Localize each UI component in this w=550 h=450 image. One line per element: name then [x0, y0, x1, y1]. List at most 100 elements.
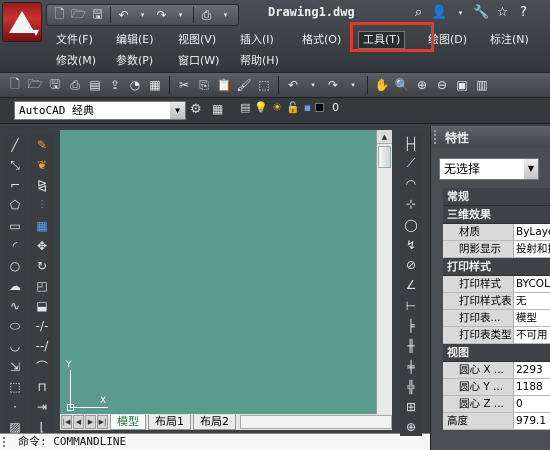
jogged-icon[interactable]: ↯: [402, 236, 420, 253]
line-icon[interactable]: ╱: [6, 136, 24, 154]
extend-icon[interactable]: --/: [33, 337, 51, 355]
rotate-icon[interactable]: ↻: [33, 257, 51, 275]
linear-dimension-icon[interactable]: ├┤: [402, 135, 420, 152]
layer-name[interactable]: 0: [332, 101, 339, 114]
property-value[interactable]: 投射和接收: [513, 241, 550, 257]
continue-icon[interactable]: ╫: [402, 338, 420, 355]
layer-manager-icon[interactable]: ▤: [240, 101, 250, 114]
scale-icon[interactable]: ◰: [33, 277, 51, 295]
properties-icon[interactable]: ▣: [453, 76, 471, 94]
property-value[interactable]: 0: [513, 396, 550, 412]
menu-dimension[interactable]: 标注(N): [486, 31, 533, 49]
lightbulb-icon[interactable]: 💡: [254, 101, 268, 114]
circle-icon[interactable]: ○: [6, 257, 24, 275]
section-plot-style[interactable]: 打印样式: [443, 258, 550, 276]
wrench-icon[interactable]: 🔧: [473, 4, 490, 21]
menu-view[interactable]: 视图(V): [174, 31, 220, 49]
first-tab-button[interactable]: |◀: [61, 415, 72, 429]
dropdown-icon[interactable]: ▾: [217, 7, 234, 24]
dropdown-icon[interactable]: ▾: [344, 76, 362, 94]
grip-handle[interactable]: [434, 130, 440, 144]
ellipse-icon[interactable]: ⬭: [6, 317, 24, 335]
workspace-settings-gear-icon[interactable]: ⚙: [190, 102, 208, 120]
vertical-scrollbar[interactable]: ▲: [376, 130, 392, 414]
open-folder-icon[interactable]: 🗁: [70, 7, 87, 24]
menu-file[interactable]: 文件(F): [52, 31, 97, 49]
arc-icon[interactable]: ◜: [6, 237, 24, 255]
make-block-icon[interactable]: ⬚: [6, 378, 24, 396]
property-row[interactable]: 圆心 Z ... 0: [443, 396, 550, 413]
erase-icon[interactable]: ✎: [33, 136, 51, 154]
lock-icon[interactable]: 🔓: [286, 101, 300, 114]
menu-parametric[interactable]: 参数(P): [112, 52, 157, 70]
property-row[interactable]: 打印样式表 无: [443, 293, 550, 310]
ordinate-icon[interactable]: ⊹: [402, 196, 420, 213]
new-file-icon[interactable]: 🗋: [51, 7, 68, 24]
scroll-up-button[interactable]: ▲: [377, 130, 392, 144]
property-row[interactable]: 圆心 X ... 2293: [443, 362, 550, 379]
chevron-down-icon[interactable]: ▼: [170, 102, 185, 119]
sun-icon[interactable]: ☀: [272, 101, 282, 114]
construction-line-icon[interactable]: ⤡: [6, 156, 24, 174]
print-icon[interactable]: ⎙: [198, 7, 215, 24]
last-tab-button[interactable]: ▶|: [97, 415, 108, 429]
property-row[interactable]: 阴影显示 投射和接收: [443, 241, 550, 258]
chevron-down-icon[interactable]: ▼: [524, 159, 538, 179]
dropdown-icon[interactable]: ▾: [304, 76, 322, 94]
dropdown-icon[interactable]: ▾: [172, 7, 189, 24]
break-icon[interactable]: ⊓: [33, 378, 51, 396]
property-value[interactable]: 不可用: [513, 327, 550, 343]
property-value[interactable]: 979.1: [513, 413, 550, 429]
redo-icon[interactable]: ↷: [324, 76, 342, 94]
property-row[interactable]: 打印表类型 不可用: [443, 327, 550, 344]
next-tab-button[interactable]: ▶: [85, 415, 96, 429]
application-menu-button[interactable]: ▼: [2, 2, 42, 42]
section-view[interactable]: 视图: [443, 344, 550, 362]
new-icon[interactable]: 🗋: [6, 76, 24, 94]
selection-combo[interactable]: 无选择 ▼: [439, 158, 539, 180]
favorites-star-icon[interactable]: ☆: [494, 4, 511, 21]
array-icon[interactable]: ▦: [33, 217, 51, 235]
property-value[interactable]: 1188: [513, 379, 550, 395]
tab-model[interactable]: 模型: [110, 414, 146, 430]
tab-layout2[interactable]: 布局2: [193, 414, 236, 430]
horizontal-scrollbar[interactable]: [240, 415, 392, 429]
menu-modify[interactable]: 修改(M): [52, 52, 100, 70]
property-value[interactable]: 模型: [513, 310, 550, 326]
menu-window[interactable]: 窗口(W): [174, 52, 223, 70]
point-icon[interactable]: ·: [6, 398, 24, 416]
publish-dwf-icon[interactable]: ▦: [146, 76, 164, 94]
property-row[interactable]: 圆心 Y ... 1188: [443, 379, 550, 396]
property-value[interactable]: ByLayer: [513, 224, 550, 240]
section-general[interactable]: 常规: [443, 188, 550, 206]
cut-icon[interactable]: ✂: [175, 76, 193, 94]
copy-object-icon[interactable]: ❦: [33, 156, 51, 174]
offset-icon[interactable]: ⫶: [33, 196, 51, 214]
print-preview-icon[interactable]: ▤: [86, 76, 104, 94]
insert-block-icon[interactable]: ⇲: [6, 358, 24, 376]
command-line[interactable]: 命令: COMMANDLINE: [0, 433, 430, 450]
grip-handle[interactable]: [3, 437, 13, 447]
menu-insert[interactable]: 插入(I): [236, 31, 278, 49]
property-value[interactable]: 无: [513, 293, 550, 309]
pan-icon[interactable]: ✋: [373, 76, 391, 94]
tab-layout1[interactable]: 布局1: [148, 414, 191, 430]
zoom-window-icon[interactable]: ⊕: [413, 76, 431, 94]
paste-icon[interactable]: 📋: [215, 76, 233, 94]
menu-format[interactable]: 格式(O): [298, 31, 345, 49]
ellipse-arc-icon[interactable]: ◡: [6, 337, 24, 355]
3d-dwf-icon[interactable]: ◔: [126, 76, 144, 94]
trim-icon[interactable]: -/-: [33, 317, 51, 335]
design-center-icon[interactable]: ▥: [473, 76, 491, 94]
save-icon[interactable]: 🖫: [89, 7, 106, 24]
dropdown-icon[interactable]: ▾: [134, 7, 151, 24]
polygon-icon[interactable]: ⬠: [6, 196, 24, 214]
publish-icon[interactable]: ⇪: [106, 76, 124, 94]
join-icon[interactable]: ⇥: [33, 398, 51, 416]
dropdown-icon[interactable]: ▾: [452, 4, 469, 21]
undo-icon[interactable]: ↶: [115, 7, 132, 24]
aligned-dimension-icon[interactable]: ⟋: [402, 155, 420, 172]
properties-header[interactable]: 特性: [431, 126, 550, 148]
diameter-icon[interactable]: ⊘: [402, 257, 420, 274]
binoculars-icon[interactable]: ⌕: [410, 4, 427, 21]
